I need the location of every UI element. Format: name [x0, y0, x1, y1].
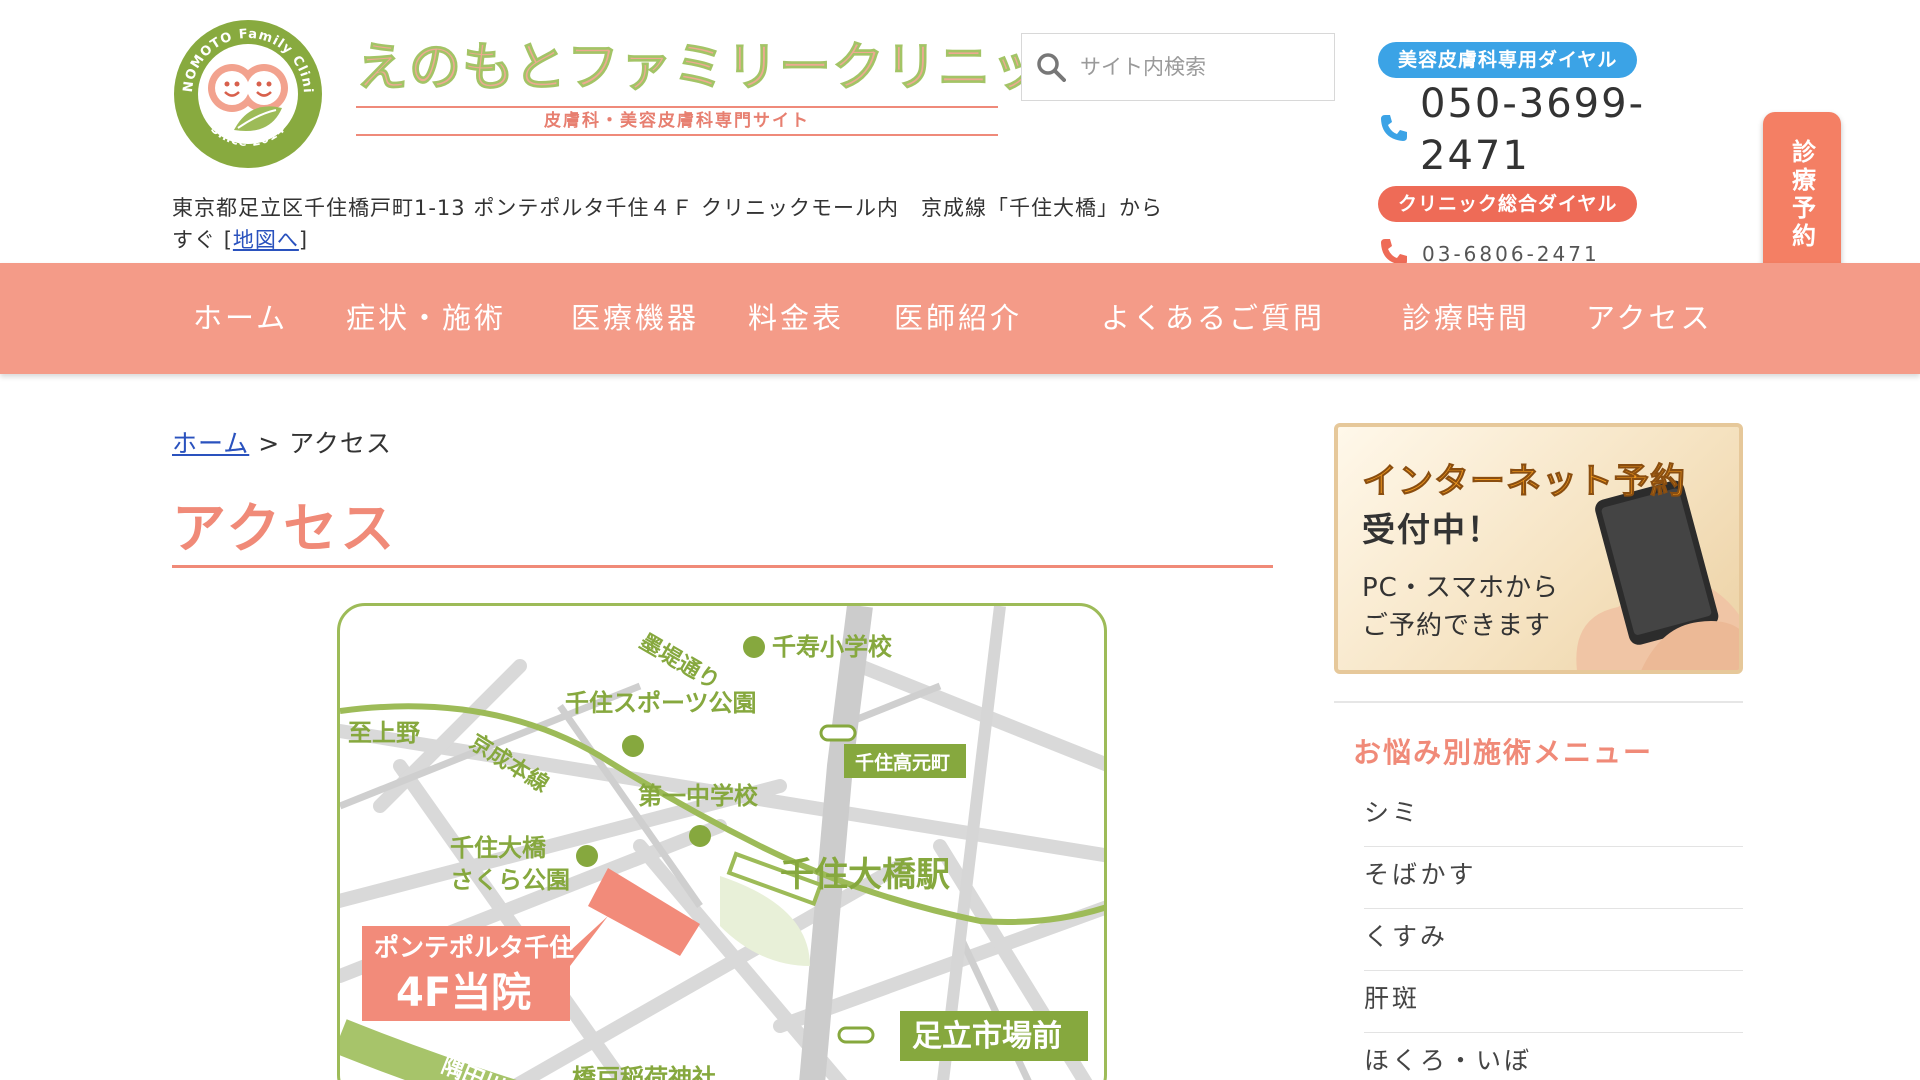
treatment-menu-heading: お悩み別施術メニュー — [1353, 736, 1654, 769]
map-label-clinic-line1: ポンテポルタ千住 — [374, 933, 574, 962]
search-icon[interactable] — [1022, 33, 1080, 101]
contact-panel: 美容皮膚科専用ダイヤル 050-3699-2471 クリニック総合ダイヤル 03… — [1378, 42, 1748, 272]
banner-description-line2: ご予約できます — [1362, 611, 1552, 641]
brand-subtitle: 皮膚科・美容皮膚科専門サイト — [356, 106, 998, 136]
nav-item-equipment[interactable]: 医療機器 — [571, 263, 699, 374]
menu-item-hokuro-ibo[interactable]: ほくろ・いぼ — [1364, 1033, 1743, 1080]
map-label-bus-stop-2: 足立市場前 — [912, 1019, 1062, 1054]
banner-description-line1: PC・スマホから — [1362, 573, 1560, 603]
breadcrumb-current: アクセス — [289, 429, 392, 458]
reservation-button-label: 診療予約 — [1787, 139, 1816, 251]
map-label-bus-stop-1: 千住高元町 — [855, 751, 950, 774]
address-bracket-close: ] — [298, 228, 309, 252]
beauty-dial-badge: 美容皮膚科専用ダイヤル — [1378, 42, 1638, 78]
nav-item-home[interactable]: ホーム — [193, 263, 288, 374]
clinic-address: 東京都足立区千住橋戸町1-13 ポンテポルタ千住４Ｆ クリニックモール内 京成線… — [172, 192, 1182, 256]
address-bracket-open: [ — [223, 228, 233, 252]
access-map: 墨堤通り 千寿小学校 千住スポーツ公園 至上野 京成本線 第一中学校 千住大橋 … — [337, 603, 1107, 1080]
map-label-daiichi-junior: 第一中学校 — [638, 782, 759, 810]
nav-item-faq[interactable]: よくあるご質問 — [1101, 263, 1325, 374]
clinic-dial-badge: クリニック総合ダイヤル — [1378, 186, 1638, 222]
map-label-clinic-line2: 4F当院 — [396, 970, 531, 1016]
page-title: アクセス — [172, 497, 398, 560]
address-text: 東京都足立区千住橋戸町1-13 ポンテポルタ千住４Ｆ クリニックモール内 京成線… — [172, 196, 1164, 252]
banner-subtitle: 受付中！ — [1362, 510, 1502, 549]
breadcrumb-separator: > — [258, 429, 281, 458]
nav-item-doctor[interactable]: 医師紹介 — [894, 263, 1022, 374]
beauty-dial-number[interactable]: 050-3699-2471 — [1420, 78, 1748, 182]
nav-item-hours[interactable]: 診療時間 — [1402, 263, 1530, 374]
banner-description: PC・スマホから ご予約できます — [1362, 569, 1559, 645]
internet-reservation-banner[interactable]: インターネット予約 受付中！ PC・スマホから ご予約できます — [1334, 423, 1743, 674]
brand-title: えのもとファミリークリニック — [356, 38, 1097, 99]
breadcrumb: ホーム > アクセス — [172, 424, 392, 460]
clinic-logo-mark: ENOMOTO Family Clinic Since 2014 — [172, 18, 322, 168]
map-label-river: 隅田川 — [438, 1053, 509, 1080]
map-label-senju-elementary: 千寿小学校 — [772, 633, 893, 661]
map-link[interactable]: 地図へ — [233, 228, 299, 252]
menu-item-shimi[interactable]: シミ — [1364, 785, 1743, 847]
map-label-to-ueno: 至上野 — [348, 719, 420, 747]
sidebar-divider — [1334, 701, 1743, 703]
map-label-sports-park: 千住スポーツ公園 — [565, 689, 757, 717]
menu-item-kusumi[interactable]: くすみ — [1364, 909, 1743, 971]
beauty-dial-row[interactable]: 050-3699-2471 — [1378, 78, 1748, 182]
search-input[interactable] — [1080, 55, 1320, 79]
menu-item-sobakasu[interactable]: そばかす — [1364, 847, 1743, 909]
map-label-sakura-park-1: 千住大橋 — [450, 834, 547, 862]
map-label-sakura-park-2: さくら公園 — [450, 866, 570, 894]
nav-item-access[interactable]: アクセス — [1586, 263, 1713, 374]
nav-item-treatments[interactable]: 症状・施術 — [346, 263, 506, 374]
map-label-shrine: 橋戸稲荷神社 — [572, 1064, 716, 1080]
nav-item-price[interactable]: 料金表 — [748, 263, 844, 374]
site-search — [1021, 33, 1335, 101]
map-label-bokutei: 墨堤通り — [635, 630, 724, 696]
access-map-graphic: 墨堤通り 千寿小学校 千住スポーツ公園 至上野 京成本線 第一中学校 千住大橋 … — [340, 606, 1104, 1080]
menu-item-kanpan[interactable]: 肝斑 — [1364, 971, 1743, 1033]
phone-icon — [1378, 112, 1410, 148]
breadcrumb-home[interactable]: ホーム — [172, 429, 249, 458]
treatment-menu-list: シミ そばかす くすみ 肝斑 ほくろ・いぼ — [1364, 785, 1743, 1080]
banner-title: インターネット予約 — [1361, 462, 1687, 503]
map-label-station: 千住大橋駅 — [780, 855, 950, 895]
global-nav: ホーム 症状・施術 医療機器 料金表 医師紹介 よくあるご質問 診療時間 アクセ… — [0, 263, 1920, 374]
clinic-logo[interactable]: ENOMOTO Family Clinic Since 2014 — [172, 18, 324, 170]
reservation-button[interactable]: 診療予約 — [1763, 112, 1841, 278]
title-divider — [172, 565, 1273, 568]
brand[interactable]: えのもとファミリークリニック 皮膚科・美容皮膚科専門サイト — [356, 36, 1097, 136]
